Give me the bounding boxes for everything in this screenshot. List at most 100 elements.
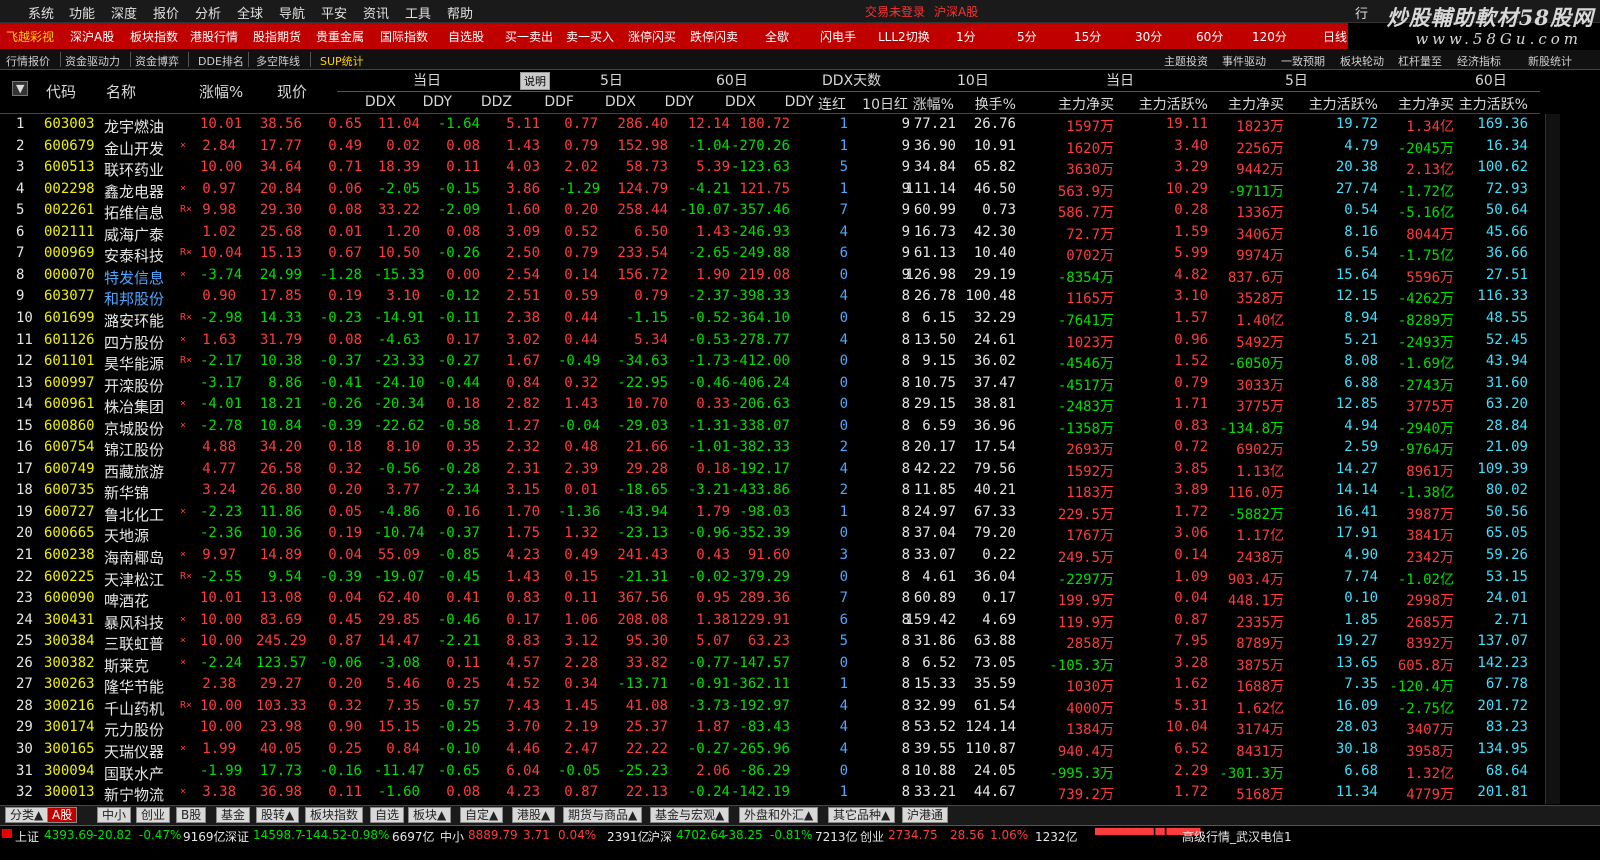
bottom-tab[interactable]: 分类▲ — [5, 807, 49, 823]
vertical-scrollbar[interactable] — [1545, 114, 1560, 804]
server-status[interactable]: 高级行情_武汉电信1 — [1182, 828, 1292, 845]
idx-cy-name[interactable]: 创业 — [860, 828, 884, 845]
tab-sell1-buy[interactable]: 卖一买入 — [566, 28, 614, 45]
menu-function[interactable]: 功能 — [69, 3, 95, 22]
col-ddz[interactable]: DDZ — [456, 94, 512, 110]
idx-sz-name[interactable]: 深证 — [225, 828, 249, 845]
table-row[interactable]: 28 300216 千山药机 R× 10.00 103.33 0.32 7.35 -0.57 7.… — [0, 696, 1540, 718]
bottom-tab[interactable]: 创业 — [136, 807, 171, 823]
tab-shenhu-a[interactable]: 深沪A股 — [70, 28, 114, 45]
tab-all-cancel[interactable]: 全歇 — [765, 28, 789, 45]
col-change[interactable]: 涨幅% — [199, 81, 243, 102]
tab-sector-index[interactable]: 板块指数 — [130, 28, 178, 45]
row-menu-button[interactable]: ▼ — [12, 81, 29, 96]
menu-system[interactable]: 系统 — [28, 3, 54, 22]
bottom-tab[interactable]: 自定▲ — [460, 807, 504, 823]
tab-limit-down[interactable]: 跌停闪卖 — [690, 28, 738, 45]
menu-quote[interactable]: 报价 — [153, 3, 179, 22]
bottom-tab[interactable]: 股转▲ — [256, 807, 300, 823]
table-row[interactable]: 16 600754 锦江股份 4.88 34.20 0.18 8.10 0.35 2.32 0.4… — [0, 437, 1540, 459]
table-row[interactable]: 22 600225 天津松江 R× -2.55 9.54 -0.39 -19.07 -0.45 1… — [0, 567, 1540, 589]
subtab-quote[interactable]: 行情报价 — [6, 53, 50, 69]
col-price[interactable]: 现价 — [277, 81, 307, 102]
col-code[interactable]: 代码 — [46, 81, 76, 102]
table-row[interactable]: 13 600997 开滦股份 -3.17 8.86 -0.41 -24.10 -0.44 0.8… — [0, 373, 1540, 395]
subtab-leverage[interactable]: 杠杆量至 — [1398, 53, 1442, 69]
col-5d-ddy[interactable]: DDY — [638, 94, 694, 110]
table-row[interactable]: 21 600238 海南椰岛 × 9.97 14.89 0.04 55.09 -0.85 4.23… — [0, 545, 1540, 567]
subtab-sup-stats[interactable]: SUP统计 — [320, 53, 364, 69]
col-turnover[interactable]: 换手% — [960, 94, 1016, 114]
tab-15min[interactable]: 15分 — [1074, 28, 1101, 45]
tab-hk[interactable]: 港股行情 — [190, 28, 238, 45]
table-row[interactable]: 9 603077 和邦股份 0.90 17.85 0.19 3.10 -0.12 2.51 0.5… — [0, 286, 1540, 308]
idx-sh-name[interactable]: 上证 — [15, 828, 39, 845]
menu-navigate[interactable]: 导航 — [279, 3, 305, 22]
subtab-consensus[interactable]: 一致预期 — [1281, 53, 1325, 69]
menu-analysis[interactable]: 分析 — [195, 3, 221, 22]
bottom-tab[interactable]: 基金与宏观▲ — [650, 807, 730, 823]
tab-futures[interactable]: 股指期货 — [253, 28, 301, 45]
tab-60min[interactable]: 60分 — [1196, 28, 1223, 45]
tab-feiyue[interactable]: 飞越彩视 — [6, 28, 54, 45]
bottom-tab[interactable]: 沪港通 — [902, 807, 949, 823]
tab-metals[interactable]: 贵重金属 — [316, 28, 364, 45]
table-row[interactable]: 5 002261 拓维信息 R× 9.98 29.30 0.08 33.22 -2.09 1.60… — [0, 200, 1540, 222]
menu-tools[interactable]: 工具 — [405, 3, 431, 22]
tab-watchlist[interactable]: 自选股 — [448, 28, 484, 45]
tab-limit-up[interactable]: 涨停闪买 — [628, 28, 676, 45]
table-row[interactable]: 31 300094 国联水产 -1.99 17.73 -0.16 -11.47 -0.65 6.… — [0, 761, 1540, 783]
subtab-long-short[interactable]: 多空阵线 — [256, 53, 300, 69]
table-row[interactable]: 2 600679 金山开发 × 2.84 17.77 0.49 0.02 0.08 1.43 0.7… — [0, 136, 1540, 158]
col-ddf[interactable]: DDF — [518, 94, 574, 110]
trade-status[interactable]: 交易未登录 — [865, 3, 925, 20]
bottom-tab[interactable]: 中小 — [97, 807, 132, 823]
table-row[interactable]: 8 000070 特发信息 × -3.74 24.99 -1.28 -15.33 0.00 2.5… — [0, 265, 1540, 287]
bottom-tab[interactable]: 其它品种▲ — [828, 807, 896, 823]
tab-buy1-sell[interactable]: 买一卖出 — [505, 28, 553, 45]
subtab-dde-rank[interactable]: DDE排名 — [198, 53, 244, 69]
menu-info[interactable]: 资讯 — [363, 3, 389, 22]
subtab-ipo-stats[interactable]: 新股统计 — [1528, 53, 1572, 69]
tab-5min[interactable]: 5分 — [1017, 28, 1037, 45]
bottom-tab[interactable]: 港股▲ — [512, 807, 556, 823]
bottom-tab[interactable]: 外盘和外汇▲ — [739, 807, 819, 823]
tab-flash-trade[interactable]: 闪电手 — [820, 28, 856, 45]
bottom-tab[interactable]: 板块指数 — [305, 807, 364, 823]
col-60d-main-active[interactable]: 主力活跃% — [1420, 94, 1528, 114]
col-ddy[interactable]: DDY — [396, 94, 452, 110]
table-row[interactable]: 29 300174 元力股份 10.00 23.98 0.90 15.15 -0.25 3.70… — [0, 717, 1540, 739]
subtab-theme-invest[interactable]: 主题投资 — [1164, 53, 1208, 69]
subtab-event-driven[interactable]: 事件驱动 — [1222, 53, 1266, 69]
table-row[interactable]: 6 002111 威海广泰 1.02 25.68 0.01 1.20 0.08 3.09 0.52… — [0, 222, 1540, 244]
bottom-tab[interactable]: 基金 — [216, 807, 251, 823]
col-60d-ddx[interactable]: DDX — [700, 94, 756, 110]
table-row[interactable]: 17 600749 西藏旅游 4.77 26.58 0.32 -0.56 -0.28 2.31 2… — [0, 459, 1540, 481]
tab-120min[interactable]: 120分 — [1252, 28, 1287, 45]
table-row[interactable]: 11 601126 四方股份 × 1.63 31.79 0.08 -4.63 0.17 3.02 0… — [0, 330, 1540, 352]
table-row[interactable]: 24 300431 暴风科技 × 10.00 83.69 0.45 29.85 -0.46 0.1… — [0, 610, 1540, 632]
bottom-tab[interactable]: A股 — [47, 807, 78, 823]
idx-zx-name[interactable]: 中小 — [440, 828, 464, 845]
table-row[interactable]: 20 600665 天地源 -2.36 10.36 0.19 -10.74 -0.37 1.75… — [0, 523, 1540, 545]
subtab-economic[interactable]: 经济指标 — [1457, 53, 1501, 69]
table-row[interactable]: 19 600727 鲁北化工 × -2.23 11.86 0.05 -4.86 0.16 1.70… — [0, 502, 1540, 524]
explain-button[interactable]: 说明 — [520, 72, 550, 90]
subtab-fund-game[interactable]: 资金博弈 — [135, 53, 179, 69]
table-row[interactable]: 15 600860 京城股份 × -2.78 10.84 -0.39 -22.62 -0.58 1… — [0, 416, 1540, 438]
table-row[interactable]: 26 300382 斯莱克 × -2.24 123.57 -0.06 -3.08 0.11 4.5… — [0, 653, 1540, 675]
menu-help[interactable]: 帮助 — [447, 3, 473, 22]
table-row[interactable]: 1 603003 龙宇燃油 10.01 38.56 0.65 11.04 -1.64 5.11 0… — [0, 114, 1540, 136]
table-row[interactable]: 30 300165 天瑞仪器 × 1.99 40.05 0.25 0.84 -0.10 4.46 2… — [0, 739, 1540, 761]
table-row[interactable]: 32 300013 新宁物流 × 3.38 36.98 0.11 -1.60 0.08 4.23 0… — [0, 782, 1540, 804]
col-name[interactable]: 名称 — [106, 81, 136, 102]
bottom-tab[interactable]: 板块▲ — [408, 807, 452, 823]
table-row[interactable]: 14 600961 株冶集团 × -4.01 18.21 -0.26 -20.34 0.18 2.… — [0, 394, 1540, 416]
table-row[interactable]: 3 600513 联环药业 10.00 34.64 0.71 18.39 0.11 4.03 2.… — [0, 157, 1540, 179]
bottom-tab[interactable]: 期货与商品▲ — [563, 807, 643, 823]
tab-intl-index[interactable]: 国际指数 — [380, 28, 428, 45]
table-row[interactable]: 18 600735 新华锦 3.24 26.80 0.20 3.77 -2.34 3.15 0.0… — [0, 480, 1540, 502]
col-5d-ddx[interactable]: DDX — [580, 94, 636, 110]
col-streak[interactable]: 连红 — [806, 94, 846, 114]
idx-hs-name[interactable]: 沪深 — [648, 828, 672, 845]
